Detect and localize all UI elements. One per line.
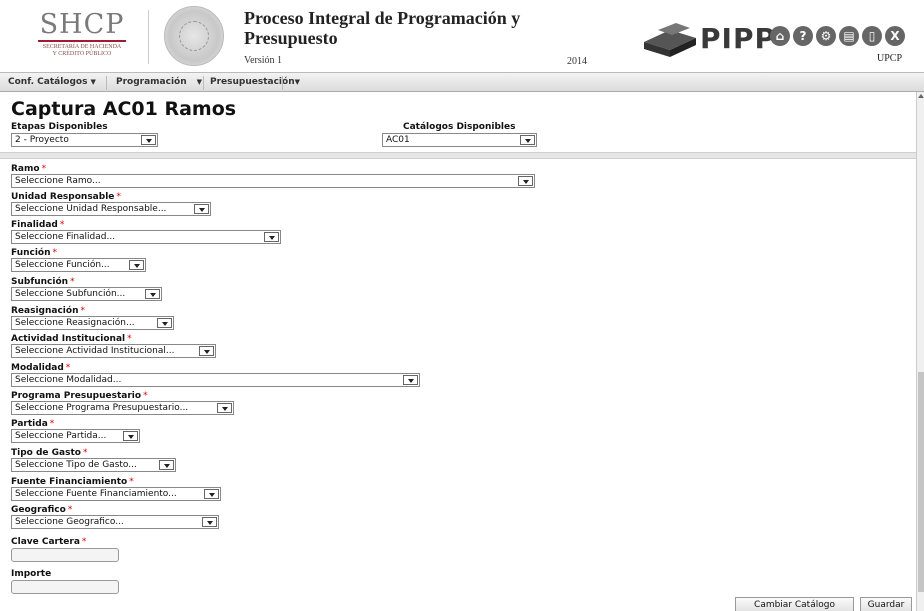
subfuncion-label: Subfunción * [11, 277, 75, 287]
reasignacion-label: Reasignación * [11, 306, 85, 316]
help-icon[interactable]: ? [793, 26, 813, 46]
menu-divider [282, 76, 283, 90]
partida-select[interactable]: Seleccione Partida... [11, 429, 140, 443]
chevron-down-icon [403, 375, 418, 385]
funcion-select[interactable]: Seleccione Función... [11, 258, 146, 272]
logo-divider [148, 10, 149, 64]
menu-programacion[interactable]: Programación ▼ [110, 73, 208, 92]
ramo-select[interactable]: Seleccione Ramo... [11, 174, 535, 188]
chevron-down-icon [217, 403, 232, 413]
menu-label: Conf. Catálogos [8, 77, 88, 87]
section-divider [0, 152, 916, 159]
header-toolbar: ⌂ ? ⚙ ▤ ▯ X [770, 26, 905, 46]
finalidad-label: Finalidad * [11, 220, 65, 230]
etapas-select[interactable]: 2 - Proyecto [11, 133, 158, 147]
app-header: SHCP Secretaría de Hacienda y Crédito Pú… [0, 0, 924, 72]
app-title: Proceso Integral de Programación y Presu… [244, 8, 521, 48]
shcp-logo-text: SHCP [39, 9, 125, 40]
chevron-down-icon [123, 431, 138, 441]
etapas-label: Etapas Disponibles [11, 122, 108, 132]
scrollbar-thumb[interactable] [918, 372, 924, 592]
etapas-value: 2 - Proyecto [15, 135, 69, 145]
ramo-label: Ramo * [11, 164, 47, 174]
menu-conf-catalogos[interactable]: Conf. Catálogos ▼ [2, 73, 102, 92]
chevron-down-icon [157, 318, 172, 328]
tipo-gasto-select[interactable]: Seleccione Tipo de Gasto... [11, 458, 176, 472]
clave-cartera-input[interactable] [11, 548, 119, 562]
geografico-select[interactable]: Seleccione Geografico... [11, 515, 219, 529]
close-icon[interactable]: X [885, 26, 905, 46]
fuente-select[interactable]: Seleccione Fuente Financiamiento... [11, 487, 221, 501]
chevron-down-icon [264, 232, 279, 242]
chevron-down-icon [141, 135, 156, 145]
tipo-gasto-label: Tipo de Gasto * [11, 448, 88, 458]
actividad-select[interactable]: Seleccione Actividad Institucional... [11, 344, 216, 358]
chevron-down-icon [204, 489, 219, 499]
chevron-down-icon [194, 204, 209, 214]
guardar-button[interactable]: Guardar [860, 597, 912, 611]
main-content: Captura AC01 Ramos Etapas Disponibles 2 … [0, 92, 916, 611]
subfuncion-select[interactable]: Seleccione Subfunción... [11, 287, 162, 301]
menu-label: Programación [116, 77, 187, 87]
importe-input[interactable] [11, 580, 119, 594]
unidad-label: Unidad Responsable * [11, 192, 121, 202]
chevron-down-icon [520, 135, 535, 145]
menu-divider [106, 76, 107, 90]
catalogos-value: AC01 [386, 135, 410, 145]
chevron-down-icon [518, 176, 533, 186]
importe-label: Importe [11, 569, 52, 579]
modalidad-select[interactable]: Seleccione Modalidad... [11, 373, 420, 387]
chevron-down-icon [159, 460, 174, 470]
chevron-down-icon: ▼ [294, 78, 300, 86]
pipp-logo-text: PIPP [700, 22, 776, 55]
unidad-select[interactable]: Seleccione Unidad Responsable... [11, 202, 211, 216]
fuente-label: Fuente Financiamiento * [11, 477, 134, 487]
programa-label: Programa Presupuestario * [11, 391, 148, 401]
calculator-icon[interactable]: ▤ [839, 26, 859, 46]
geografico-label: Geografico * [11, 505, 73, 515]
shcp-logo-line1: Secretaría de Hacienda [42, 44, 122, 50]
clave-cartera-label: Clave Cartera * [11, 537, 87, 547]
shcp-logo: SHCP Secretaría de Hacienda y Crédito Pú… [22, 10, 142, 62]
app-year: 2014 [567, 56, 587, 67]
scroll-up-icon[interactable] [918, 94, 924, 98]
chevron-down-icon: ▼ [196, 78, 203, 86]
shcp-logo-line2: y Crédito Público [52, 51, 112, 57]
national-seal-icon [164, 6, 224, 66]
pipp-cube-icon [644, 23, 696, 57]
chevron-down-icon [199, 346, 214, 356]
programa-select[interactable]: Seleccione Programa Presupuestario... [11, 401, 234, 415]
actividad-label: Actividad Institucional * [11, 334, 132, 344]
partida-label: Partida * [11, 419, 55, 429]
logo-underline [38, 40, 126, 42]
app-version: Versión 1 [244, 55, 283, 66]
home-icon[interactable]: ⌂ [770, 26, 790, 46]
chevron-down-icon [129, 260, 144, 270]
gear-icon[interactable]: ⚙ [816, 26, 836, 46]
finalidad-select[interactable]: Seleccione Finalidad... [11, 230, 281, 244]
modalidad-label: Modalidad * [11, 363, 71, 373]
chevron-down-icon [145, 289, 160, 299]
document-icon[interactable]: ▯ [862, 26, 882, 46]
vertical-scrollbar[interactable] [916, 92, 924, 611]
chevron-down-icon: ▼ [90, 78, 96, 86]
page-title: Captura AC01 Ramos [11, 98, 237, 120]
user-label: UPCP [877, 53, 903, 64]
chevron-down-icon [202, 517, 217, 527]
menu-presupuestacion[interactable]: Presupuestación▼ [204, 73, 306, 92]
menu-bar: Conf. Catálogos ▼ Programación ▼ Presupues… [0, 72, 924, 92]
catalogos-select[interactable]: AC01 [382, 133, 537, 147]
reasignacion-select[interactable]: Seleccione Reasignación... [11, 316, 174, 330]
catalogos-label: Catálogos Disponibles [403, 122, 516, 132]
cambiar-catalogo-button[interactable]: Cambiar Catálogo [735, 597, 854, 611]
funcion-label: Función * [11, 248, 58, 258]
